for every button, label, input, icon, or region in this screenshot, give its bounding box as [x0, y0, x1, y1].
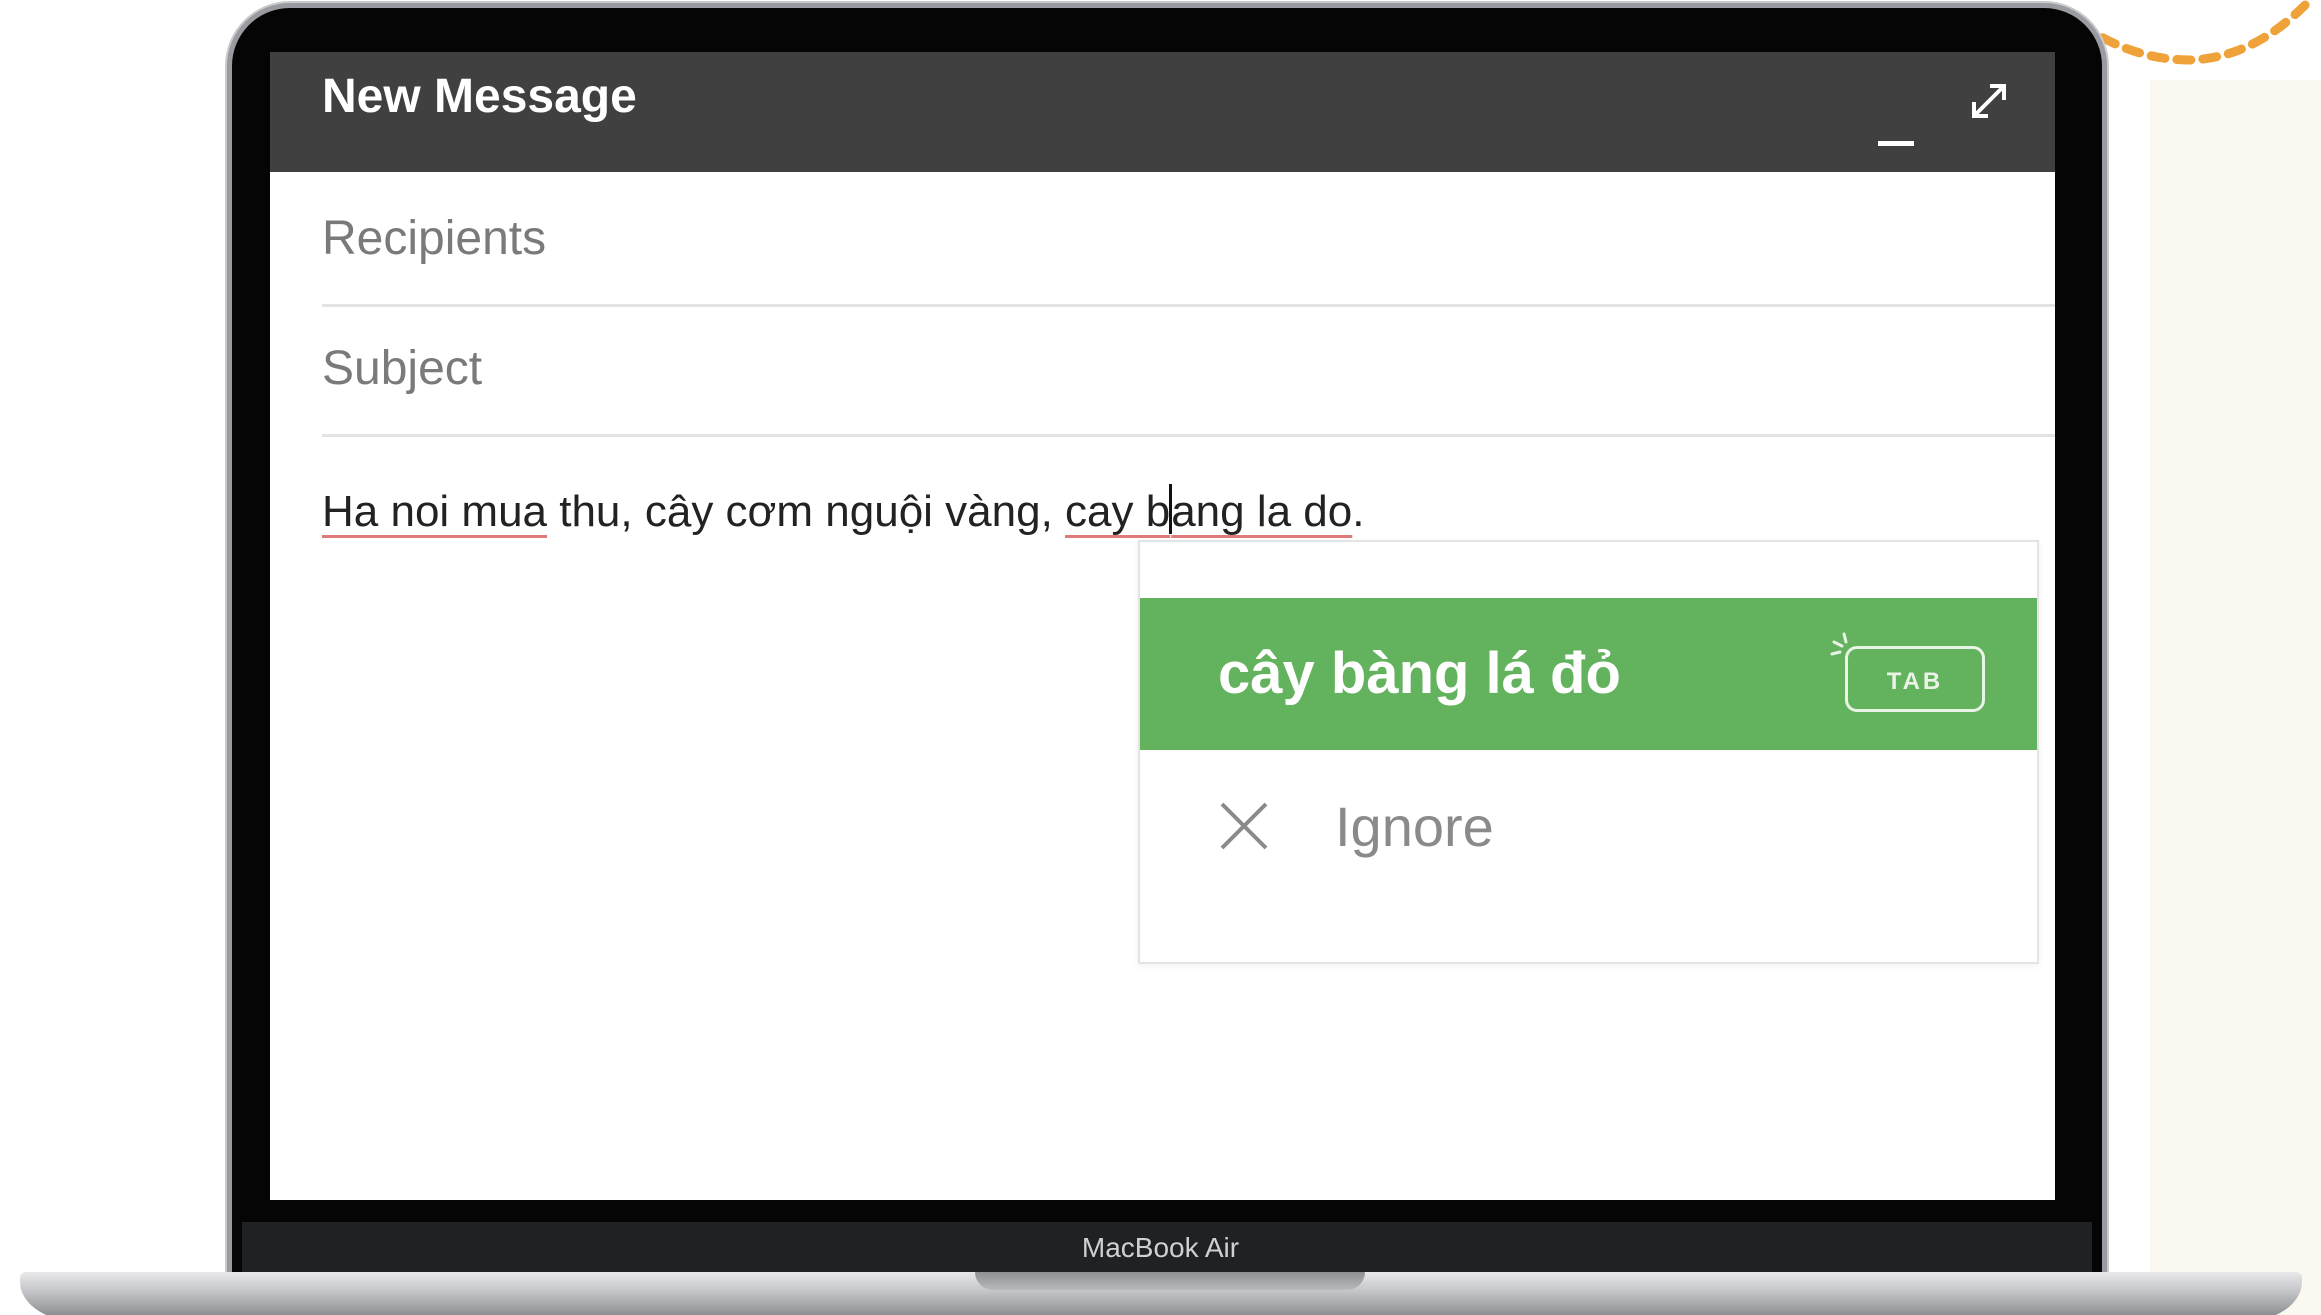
- subject-field[interactable]: Subject: [322, 304, 2055, 437]
- recipients-field[interactable]: Recipients: [322, 174, 2055, 307]
- compose-title: New Message: [322, 70, 637, 123]
- misspelled-text: Ha noi mua: [322, 487, 548, 536]
- background-tint: [2150, 80, 2321, 1315]
- body-text-segment: thu, cây cơm nguội vàng,: [547, 487, 1066, 536]
- close-icon: [1220, 802, 1268, 850]
- compose-header: New Message: [270, 52, 2055, 172]
- minimize-icon[interactable]: [1876, 112, 1916, 152]
- tab-shortcut-badge: TAB: [1845, 646, 1985, 712]
- suggestion-popup: cây bàng lá đỏ TAB Ignore: [1138, 540, 2039, 964]
- stage: MacBook Air New Message Recipients Subje…: [0, 0, 2321, 1315]
- misspelled-text: ang la do: [1171, 487, 1353, 536]
- body-text-segment: .: [1352, 487, 1365, 536]
- ignore-label: Ignore: [1335, 795, 1494, 858]
- ignore-option[interactable]: Ignore: [1140, 752, 2037, 902]
- suggestion-text: cây bàng lá đỏ: [1218, 641, 1621, 706]
- expand-icon[interactable]: [1964, 76, 2014, 126]
- compose-window: New Message Recipients Subject Ha noi mu…: [270, 52, 2055, 1200]
- device-label: MacBook Air: [1081, 1232, 1240, 1263]
- misspelled-text: cay b: [1065, 487, 1171, 536]
- suggestion-item[interactable]: cây bàng lá đỏ TAB: [1140, 598, 2037, 750]
- laptop-notch: [975, 1272, 1365, 1290]
